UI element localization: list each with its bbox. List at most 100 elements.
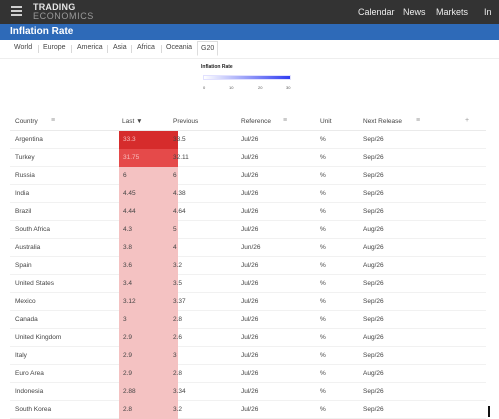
table-row[interactable]: Euro Area 2.9 2.8 Jul/26% Aug/26	[10, 365, 486, 383]
text-cursor	[488, 406, 490, 417]
cell-last: 3.8	[119, 239, 178, 257]
cell-reference: Jul/26	[241, 334, 259, 341]
cell-last: 3.12	[119, 293, 178, 311]
cell-country[interactable]: Argentina	[15, 136, 43, 143]
cell-country[interactable]: Indonesia	[15, 388, 43, 395]
cell-unit: %	[320, 298, 326, 305]
nav-news[interactable]: News	[403, 7, 426, 17]
cell-next-release: Aug/26	[363, 370, 384, 377]
cell-last: 3.6	[119, 257, 178, 275]
cell-previous: 3.2	[173, 262, 183, 269]
cell-country[interactable]: Mexico	[15, 298, 36, 305]
table-row[interactable]: Australia 3.8 4 Jun/26% Aug/26	[10, 239, 486, 257]
cell-country[interactable]: United States	[15, 280, 54, 287]
table-row[interactable]: Russia 6 6 Jul/26% Sep/26	[10, 167, 486, 185]
nav-calendar[interactable]: Calendar	[358, 7, 395, 17]
column-reference[interactable]: Reference	[241, 118, 271, 125]
column-menu-icon[interactable]: ≡	[51, 117, 55, 124]
cell-next-release: Sep/26	[363, 406, 384, 413]
cell-unit: %	[320, 352, 326, 359]
table-row[interactable]: Argentina 33.3 33.5 Jul/26% Sep/26	[10, 131, 486, 149]
tab-asia[interactable]: Asia	[113, 44, 127, 51]
cell-country[interactable]: South Korea	[15, 406, 51, 413]
cell-next-release: Sep/26	[363, 352, 384, 359]
legend-tick: 20	[258, 85, 263, 90]
table-row[interactable]: United Kingdom 2.9 2.6 Jul/26% Aug/26	[10, 329, 486, 347]
cell-unit: %	[320, 370, 326, 377]
cell-country[interactable]: Italy	[15, 352, 27, 359]
legend-tick: 30	[286, 85, 291, 90]
table-row[interactable]: Indonesia 2.88 3.34 Jul/26% Sep/26	[10, 383, 486, 401]
cell-last: 2.8	[119, 401, 178, 419]
cell-previous: 3	[173, 352, 177, 359]
table-row[interactable]: Brazil 4.44 4.64 Jul/26% Sep/26	[10, 203, 486, 221]
logo-line-2: ECONOMICS	[33, 11, 94, 21]
cell-last: 33.3	[119, 131, 178, 149]
cell-next-release: Sep/26	[363, 208, 384, 215]
table-row[interactable]: United States 3.4 3.5 Jul/26% Sep/26	[10, 275, 486, 293]
table-row[interactable]: South Africa 4.3 5 Jul/26% Aug/26	[10, 221, 486, 239]
tab-divider	[131, 45, 132, 53]
column-previous[interactable]: Previous	[173, 118, 198, 125]
cell-previous: 2.8	[173, 370, 183, 377]
cell-last: 4.3	[119, 221, 178, 239]
cell-last: 2.9	[119, 365, 178, 383]
cell-country[interactable]: Russia	[15, 172, 35, 179]
tab-africa[interactable]: Africa	[137, 44, 155, 51]
cell-country[interactable]: Turkey	[15, 154, 35, 161]
tab-america[interactable]: America	[77, 44, 103, 51]
cell-reference: Jun/26	[241, 244, 261, 251]
table-row[interactable]: Italy 2.9 3 Jul/26% Sep/26	[10, 347, 486, 365]
tab-g20[interactable]: G20	[197, 41, 219, 56]
table-row[interactable]: Turkey 31.75 32.11 Jul/26% Sep/26	[10, 149, 486, 167]
cell-unit: %	[320, 190, 326, 197]
nav-markets[interactable]: Markets	[436, 7, 468, 17]
column-unit[interactable]: Unit	[320, 118, 332, 125]
table-row[interactable]: India 4.45 4.38 Jul/26% Sep/26	[10, 185, 486, 203]
cell-unit: %	[320, 154, 326, 161]
column-next-release[interactable]: Next Release	[363, 118, 402, 125]
table-row[interactable]: South Korea 2.8 3.2 Jul/26% Sep/26	[10, 401, 486, 419]
cell-last: 2.9	[119, 347, 178, 365]
table-row[interactable]: Spain 3.6 3.2 Jul/26% Aug/26	[10, 257, 486, 275]
cell-last: 31.75	[119, 149, 178, 167]
cell-country[interactable]: Australia	[15, 244, 40, 251]
cell-country[interactable]: United Kingdom	[15, 334, 61, 341]
cell-country[interactable]: South Africa	[15, 226, 50, 233]
tab-europe[interactable]: Europe	[43, 44, 66, 51]
cell-country[interactable]: Canada	[15, 316, 38, 323]
cell-last: 2.88	[119, 383, 178, 401]
legend-tick: 0	[203, 85, 206, 90]
cell-previous: 32.11	[173, 154, 189, 161]
tab-divider	[107, 45, 108, 53]
table-header: Country ≡ Last ▼ Previous Reference ≡ Un…	[10, 113, 486, 131]
cell-country[interactable]: Spain	[15, 262, 32, 269]
cell-previous: 3.34	[173, 388, 186, 395]
cell-reference: Jul/26	[241, 370, 259, 377]
column-last[interactable]: Last ▼	[122, 118, 143, 125]
table-row[interactable]: Canada 3 2.8 Jul/26% Sep/26	[10, 311, 486, 329]
table-row[interactable]: Mexico 3.12 3.37 Jul/26% Sep/26	[10, 293, 486, 311]
legend-gradient	[203, 75, 291, 80]
hamburger-menu-icon[interactable]	[11, 6, 22, 16]
tab-world[interactable]: World	[14, 44, 32, 51]
nav-truncated[interactable]: In	[484, 7, 492, 17]
cell-previous: 2.6	[173, 334, 183, 341]
column-country[interactable]: Country	[15, 118, 38, 125]
trading-economics-logo[interactable]: TRADING ECONOMICS	[33, 3, 94, 21]
column-menu-icon[interactable]: ≡	[283, 117, 287, 124]
cell-previous: 6	[173, 172, 177, 179]
cell-last: 3	[119, 311, 178, 329]
cell-country[interactable]: India	[15, 190, 29, 197]
cell-previous: 3.2	[173, 406, 183, 413]
cell-country[interactable]: Euro Area	[15, 370, 44, 377]
cell-last: 4.44	[119, 203, 178, 221]
cell-reference: Jul/26	[241, 406, 259, 413]
column-menu-icon[interactable]: ≡	[416, 117, 420, 124]
tab-oceania[interactable]: Oceania	[166, 44, 192, 51]
add-column-icon[interactable]: +	[465, 117, 469, 124]
cell-next-release: Sep/26	[363, 298, 384, 305]
tab-divider	[71, 45, 72, 53]
legend-title: Inflation Rate	[201, 64, 233, 70]
cell-country[interactable]: Brazil	[15, 208, 31, 215]
